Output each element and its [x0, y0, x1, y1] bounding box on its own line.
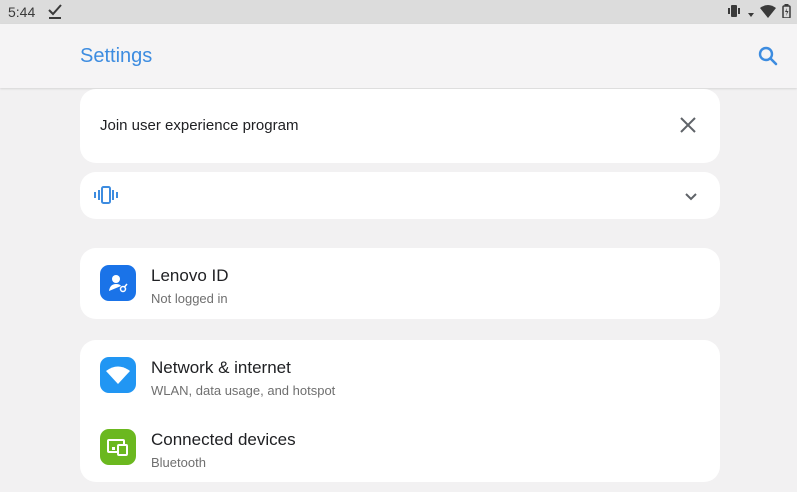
settings-group-card: Network & internet WLAN, data usage, and… — [80, 340, 720, 482]
lenovo-id-card[interactable]: Lenovo ID Not logged in — [80, 248, 720, 319]
connected-devices-item[interactable]: Connected devices Bluetooth — [80, 415, 720, 479]
battery-icon — [782, 4, 791, 23]
close-icon — [680, 117, 696, 133]
lenovo-id-title: Lenovo ID — [151, 266, 229, 285]
vibrate-status-icon — [726, 4, 742, 23]
network-subtitle: WLAN, data usage, and hotspot — [151, 383, 336, 398]
lenovo-id-item[interactable]: Lenovo ID Not logged in — [80, 251, 720, 315]
chevron-down-icon — [685, 193, 697, 201]
status-bar: 5:44 — [0, 0, 797, 24]
sound-mode-card[interactable] — [80, 172, 720, 219]
connected-devices-icon — [100, 429, 136, 465]
search-icon — [758, 46, 778, 66]
expand-button[interactable] — [682, 188, 700, 206]
app-bar: Settings — [0, 24, 797, 88]
vibrate-icon — [94, 185, 118, 210]
signal-arrow-icon — [748, 5, 754, 23]
network-internet-item[interactable]: Network & internet WLAN, data usage, and… — [80, 343, 720, 407]
status-icons — [726, 4, 791, 23]
page-title: Settings — [80, 45, 153, 67]
lenovo-id-subtitle: Not logged in — [151, 291, 228, 306]
join-program-card[interactable]: Join user experience program — [80, 89, 720, 163]
dismiss-button[interactable] — [678, 115, 698, 135]
connected-devices-title: Connected devices — [151, 430, 296, 449]
search-button[interactable] — [756, 44, 780, 68]
wifi-icon — [100, 357, 136, 393]
status-time: 5:44 — [8, 4, 36, 20]
wifi-status-icon — [760, 4, 776, 23]
network-title: Network & internet — [151, 358, 291, 377]
lenovo-id-icon — [100, 265, 136, 301]
checkmark-icon — [47, 2, 63, 25]
join-program-text: Join user experience program — [100, 117, 299, 134]
connected-devices-subtitle: Bluetooth — [151, 455, 206, 470]
